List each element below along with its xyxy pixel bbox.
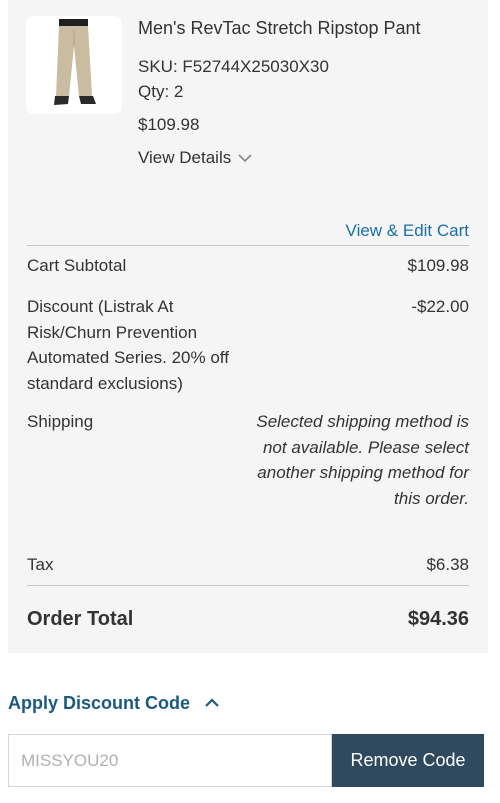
pants-product-image	[26, 16, 122, 114]
view-details-label: View Details	[138, 148, 232, 167]
shipping-message: Selected shipping method is not availabl…	[256, 412, 469, 508]
view-details-toggle[interactable]: View Details	[138, 145, 253, 170]
chevron-up-icon	[205, 698, 219, 707]
product-sku: SKU: F52744X25030X30	[138, 57, 329, 76]
discount-value: -$22.00	[411, 297, 469, 316]
shipping-label: Shipping	[27, 412, 94, 431]
tax-value: $6.38	[426, 555, 469, 574]
product-price: $109.98	[138, 115, 200, 134]
order-total-value: $94.36	[407, 608, 469, 630]
product-name[interactable]: Men's RevTac Stretch Ripstop Pant	[138, 14, 478, 42]
subtotal-row: Cart Subtotal $109.98	[27, 253, 469, 279]
tax-row: Tax $6.38	[27, 552, 469, 578]
order-summary-panel: Men's RevTac Stretch Ripstop Pant SKU: F…	[8, 0, 488, 653]
divider	[27, 245, 469, 246]
remove-code-button[interactable]: Remove Code	[332, 734, 484, 787]
discount-code-input[interactable]	[8, 734, 332, 787]
discount-label: Discount (Listrak At Risk/Churn Preventi…	[27, 297, 229, 393]
apply-discount-toggle[interactable]: Apply Discount Code	[8, 690, 220, 716]
product-thumbnail[interactable]	[26, 16, 122, 114]
subtotal-label: Cart Subtotal	[27, 256, 127, 275]
subtotal-value: $109.98	[407, 256, 469, 275]
apply-discount-label: Apply Discount Code	[8, 693, 191, 713]
product-qty: Qty: 2	[138, 82, 184, 101]
view-edit-cart-link[interactable]: View & Edit Cart	[346, 218, 469, 244]
order-total-row: Order Total $94.36	[27, 605, 469, 633]
divider	[27, 585, 469, 586]
chevron-down-icon	[238, 153, 252, 162]
discount-row: Discount (Listrak At Risk/Churn Preventi…	[27, 294, 469, 396]
product-info: Men's RevTac Stretch Ripstop Pant SKU: F…	[138, 14, 478, 170]
tax-label: Tax	[27, 555, 54, 574]
shipping-row: Shipping Selected shipping method is not…	[27, 409, 469, 511]
order-total-label: Order Total	[27, 608, 134, 630]
